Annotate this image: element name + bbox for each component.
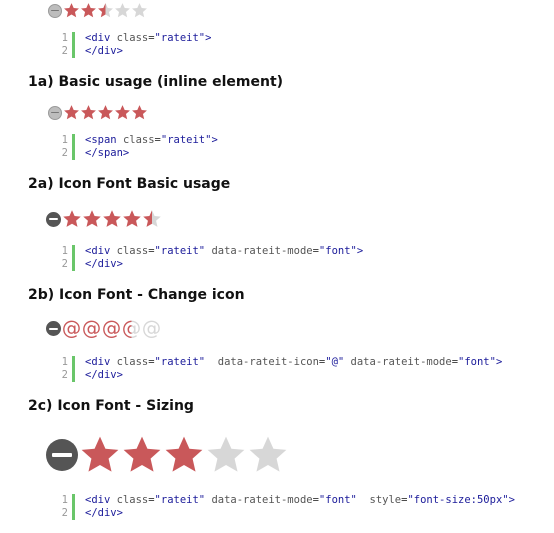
at-sign-icon[interactable]: @	[61, 318, 82, 339]
code-line: 2 </div>	[56, 369, 502, 382]
star-icon[interactable]	[63, 2, 80, 19]
at-sign-icon[interactable]: @	[121, 318, 142, 339]
star-icon[interactable]	[102, 209, 122, 229]
code-line: 2 </span>	[56, 147, 218, 160]
line-number: 1	[61, 245, 68, 257]
rating-widget-2a[interactable]	[46, 209, 162, 229]
reset-icon[interactable]	[46, 211, 61, 227]
code-gutter-bar	[72, 369, 75, 382]
star-icon[interactable]	[142, 209, 162, 229]
line-number: 2	[61, 507, 68, 519]
code-line: 2 </div>	[56, 258, 363, 271]
code-gutter-bar	[72, 147, 75, 160]
svg-text:@: @	[82, 318, 101, 339]
code-gutter-bar	[72, 45, 75, 58]
code-line: 2 </div>	[56, 45, 211, 58]
code-text: </span>	[85, 147, 130, 159]
code-gutter-bar	[72, 356, 75, 369]
line-number: 2	[61, 147, 68, 159]
star-icon[interactable]	[121, 434, 163, 476]
code-sample-1a: 1 <span class="rateit"> 2 </span>	[56, 134, 218, 160]
code-gutter-bar	[72, 32, 75, 45]
star-icon[interactable]	[131, 104, 148, 121]
at-sign-icon[interactable]: @	[141, 318, 162, 339]
code-gutter-bar	[72, 258, 75, 271]
code-text: </div>	[85, 258, 123, 270]
code-text: <div class="rateit" data-rateit-mode="fo…	[85, 245, 364, 257]
code-sample-2b: 1 <div class="rateit" data-rateit-icon="@…	[56, 356, 502, 382]
svg-text:@: @	[62, 318, 81, 339]
line-number: 1	[61, 134, 68, 146]
code-line: 2 </div>	[56, 507, 515, 520]
star-icon[interactable]	[114, 104, 131, 121]
code-line: 1 <div class="rateit" data-rateit-mode="f…	[56, 494, 515, 507]
at-sign-icon[interactable]: @	[101, 318, 122, 339]
star-icon[interactable]	[97, 104, 114, 121]
code-gutter-bar	[72, 245, 75, 258]
code-text: </div>	[85, 45, 123, 57]
star-icon[interactable]	[205, 434, 247, 476]
reset-icon[interactable]	[46, 321, 61, 336]
star-icon[interactable]	[62, 209, 82, 229]
code-text: <span class="rateit">	[85, 134, 218, 146]
star-icon[interactable]	[80, 2, 97, 19]
star-icon[interactable]	[131, 2, 148, 19]
section-title-2a: 2a) Icon Font Basic usage	[28, 176, 231, 192]
code-sample-2c: 1 <div class="rateit" data-rateit-mode="f…	[56, 494, 515, 520]
code-text: </div>	[85, 507, 123, 519]
code-text: <div class="rateit">	[85, 32, 212, 44]
rating-widget-1a[interactable]	[48, 104, 148, 121]
svg-text:@: @	[102, 318, 121, 339]
line-number: 1	[61, 356, 68, 368]
code-line: 1 <div class="rateit">	[56, 32, 211, 45]
line-number: 2	[61, 258, 68, 270]
star-icon[interactable]	[63, 104, 80, 121]
star-icon[interactable]	[97, 2, 114, 19]
rating-widget-0[interactable]	[48, 2, 148, 19]
rateit-demo-page: 1 <div class="rateit"> 2 </div> 1a) Basic u…	[0, 0, 554, 533]
code-line: 1 <div class="rateit" data-rateit-icon="@…	[56, 356, 502, 369]
star-icon[interactable]	[79, 434, 121, 476]
star-icon[interactable]	[122, 209, 142, 229]
svg-text:@: @	[142, 318, 161, 339]
reset-icon[interactable]	[48, 3, 62, 18]
code-sample-2a: 1 <div class="rateit" data-rateit-mode="f…	[56, 245, 363, 271]
code-text: </div>	[85, 369, 123, 381]
rating-widget-2b[interactable]: @ @ @ @ @	[46, 318, 162, 339]
code-line: 1 <div class="rateit" data-rateit-mode="f…	[56, 245, 363, 258]
line-number: 2	[61, 45, 68, 57]
code-text: <div class="rateit" data-rateit-icon="@"…	[85, 356, 503, 368]
line-number: 2	[61, 369, 68, 381]
rating-widget-2c[interactable]	[46, 434, 289, 476]
star-icon[interactable]	[80, 104, 97, 121]
code-gutter-bar	[72, 494, 75, 507]
section-title-2c: 2c) Icon Font - Sizing	[28, 398, 194, 414]
section-title-2b: 2b) Icon Font - Change icon	[28, 287, 245, 303]
code-line: 1 <span class="rateit">	[56, 134, 218, 147]
code-sample-0: 1 <div class="rateit"> 2 </div>	[56, 32, 211, 58]
section-title-1a: 1a) Basic usage (inline element)	[28, 74, 284, 90]
star-icon[interactable]	[247, 434, 289, 476]
star-icon[interactable]	[163, 434, 205, 476]
at-sign-icon[interactable]: @	[81, 318, 102, 339]
code-gutter-bar	[72, 507, 75, 520]
code-gutter-bar	[72, 134, 75, 147]
star-icon[interactable]	[82, 209, 102, 229]
code-text: <div class="rateit" data-rateit-mode="fo…	[85, 494, 515, 506]
line-number: 1	[61, 32, 68, 44]
line-number: 1	[61, 494, 68, 506]
star-icon[interactable]	[114, 2, 131, 19]
reset-icon[interactable]	[46, 439, 78, 471]
svg-text:@: @	[122, 318, 141, 339]
reset-icon[interactable]	[48, 105, 62, 120]
